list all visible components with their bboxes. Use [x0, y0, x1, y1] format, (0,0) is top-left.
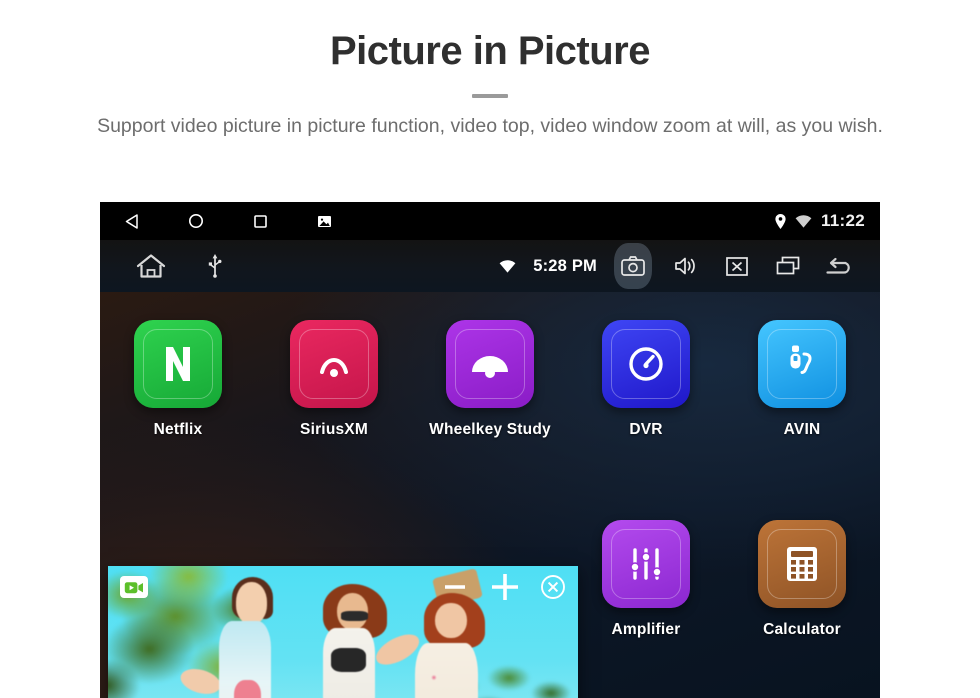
toolbar-home-button[interactable]: [134, 246, 168, 286]
page-title: Picture in Picture: [330, 29, 650, 73]
wheelkey-icon: [472, 356, 508, 378]
close-box-icon: [726, 256, 748, 276]
screenshot-image-icon: [317, 215, 331, 227]
video-camera-badge-icon: [124, 581, 143, 593]
promo-header: Picture in Picture Support video picture…: [0, 0, 980, 141]
back-triangle-icon: [125, 213, 138, 229]
pip-video-badge[interactable]: [120, 576, 148, 598]
pip-close-button[interactable]: [540, 574, 566, 600]
pip-zoom-in-button[interactable]: [488, 570, 522, 604]
video-person-left: [177, 577, 296, 698]
netflix-tile: [134, 320, 222, 408]
app-item-dvr[interactable]: DVR: [568, 292, 724, 492]
app-item-amplifier[interactable]: Amplifier: [568, 492, 724, 692]
close-icon: [541, 575, 565, 599]
toolbar-close-button[interactable]: [720, 246, 754, 286]
toolbar-camera-button[interactable]: [614, 243, 652, 289]
recents-square-icon: [253, 214, 267, 228]
toolbar-back-button[interactable]: [822, 246, 856, 286]
pip-window[interactable]: seicane: [108, 566, 578, 698]
wheelkey-tile: [446, 320, 534, 408]
amplifier-icon: [630, 548, 662, 580]
minus-icon: [445, 585, 465, 589]
app-item-avin[interactable]: AVIN: [724, 292, 880, 492]
app-item-netflix[interactable]: Netflix: [100, 292, 256, 492]
status-bar-indicators: 11:22: [775, 211, 880, 231]
video-person-right: [371, 567, 503, 698]
app-label: Netflix: [153, 421, 203, 438]
app-label: DVR: [629, 421, 663, 438]
plus-icon: [492, 574, 518, 600]
netflix-icon: [166, 347, 190, 381]
status-bar-nav-group: [100, 202, 356, 240]
recents-nav-button[interactable]: [228, 202, 292, 240]
toolbar-volume-button[interactable]: [669, 246, 703, 286]
siriusxm-icon: [320, 358, 348, 377]
usb-icon: [208, 254, 222, 278]
toolbar-recents-button[interactable]: [771, 246, 805, 286]
home-nav-button[interactable]: [164, 202, 228, 240]
app-item-siriusxm[interactable]: SiriusXM: [256, 292, 412, 492]
app-label: Calculator: [763, 621, 841, 638]
page-subtitle: Support video picture in picture functio…: [97, 115, 883, 137]
camera-icon: [621, 256, 645, 276]
wifi-icon: [795, 214, 812, 228]
calculator-tile: [758, 520, 846, 608]
siriusxm-tile: [290, 320, 378, 408]
dvr-icon: [629, 347, 663, 381]
toolbar-wifi-icon: [499, 259, 516, 273]
toolbar-left-group: [100, 246, 232, 286]
calculator-icon: [787, 547, 817, 581]
avin-tile: [758, 320, 846, 408]
volume-icon: [675, 257, 695, 275]
dvr-tile: [602, 320, 690, 408]
app-label: AVIN: [783, 421, 821, 438]
app-label: SiriusXM: [300, 421, 368, 438]
avin-icon: [790, 345, 812, 374]
screenshot-nav-button[interactable]: [292, 202, 356, 240]
home-circle-icon: [189, 214, 203, 228]
pip-window-controls: [440, 570, 566, 604]
android-status-bar: 11:22: [100, 202, 880, 240]
toolbar-time: 5:28 PM: [533, 256, 597, 275]
location-pin-icon: [775, 213, 786, 229]
back-arrow-icon: [826, 257, 850, 274]
device-screen: 11:22 5:28 PM Netflix SiriusXM Wheelkey …: [100, 202, 880, 698]
title-divider: [472, 94, 508, 98]
app-item-calculator[interactable]: Calculator: [724, 492, 880, 692]
launcher-desktop: Netflix SiriusXM Wheelkey Study DVR AVIN…: [100, 292, 880, 698]
app-item-wheelkey-study[interactable]: Wheelkey Study: [412, 292, 568, 492]
home-icon: [136, 254, 166, 278]
status-bar-time: 11:22: [820, 211, 865, 230]
launcher-toolbar: 5:28 PM: [100, 240, 880, 292]
back-nav-button[interactable]: [100, 202, 164, 240]
toolbar-right-group: 5:28 PM: [499, 243, 880, 289]
toolbar-usb-button[interactable]: [198, 246, 232, 286]
app-label: Amplifier: [611, 621, 681, 638]
recents-icon: [776, 256, 800, 275]
pip-zoom-out-button[interactable]: [440, 572, 470, 602]
amplifier-tile: [602, 520, 690, 608]
app-label: Wheelkey Study: [429, 421, 551, 438]
